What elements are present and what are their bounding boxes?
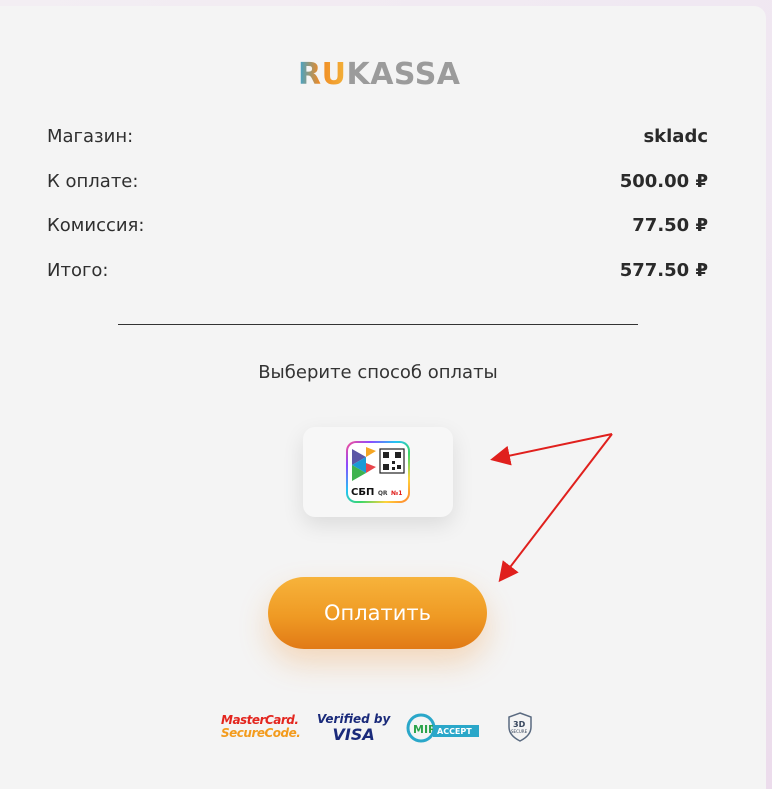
verified-by-visa-badge: Verified by VISA [317, 712, 390, 744]
summary-row-amount: К оплате: 500.00 ₽ [47, 167, 708, 195]
mastercard-securecode-badge: MasterCard. SecureCode. [221, 714, 301, 740]
summary-label: Магазин: [47, 125, 134, 147]
visa-line2: VISA [332, 725, 375, 744]
3d-secure-icon: 3D SECURE [508, 712, 532, 742]
sbp-num: №1 [391, 490, 403, 497]
choose-method-label: Выберите способ оплаты [258, 362, 498, 383]
payment-method-sbp[interactable]: СБП QR №1 [303, 427, 453, 517]
mir-accept-text: ACCEPT [437, 727, 472, 736]
summary-label: К оплате: [47, 170, 139, 192]
sbp-logo-icon: СБП QR №1 [346, 441, 410, 503]
sbp-name: СБП [351, 487, 375, 498]
summary-value: 500.00 ₽ [619, 170, 708, 192]
summary-row-commission: Комиссия: 77.50 ₽ [47, 211, 708, 239]
divider [118, 324, 638, 325]
summary-value: skladc [643, 125, 708, 147]
mir-accept-badge: MIR ACCEPT [406, 713, 479, 743]
sbp-mark-icon [352, 447, 405, 481]
summary-row-total: Итого: 577.50 ₽ [47, 256, 708, 284]
pay-button[interactable]: Оплатить [268, 577, 487, 649]
payment-card: RUKASSA Магазин: skladc К оплате: 500.00… [0, 6, 766, 789]
mastercard-line2: SecureCode. [221, 726, 301, 740]
secure-3d-text: 3D [513, 720, 526, 729]
sbp-label: СБП QR №1 [351, 487, 402, 498]
logo-kassa: KASSA [346, 57, 461, 92]
secure-3d-sub: SECURE [511, 729, 528, 734]
summary-value: 77.50 ₽ [632, 214, 708, 236]
summary-label: Комиссия: [47, 214, 145, 236]
logo-ru: RU [298, 57, 347, 92]
summary-value: 577.50 ₽ [619, 259, 708, 281]
sbp-qr: QR [377, 490, 388, 497]
rukassa-logo: RUKASSA [298, 58, 461, 92]
summary-row-shop: Магазин: skladc [47, 122, 708, 150]
security-badges: MasterCard. SecureCode. Verified by VISA… [0, 710, 766, 750]
summary-label: Итого: [47, 259, 109, 281]
